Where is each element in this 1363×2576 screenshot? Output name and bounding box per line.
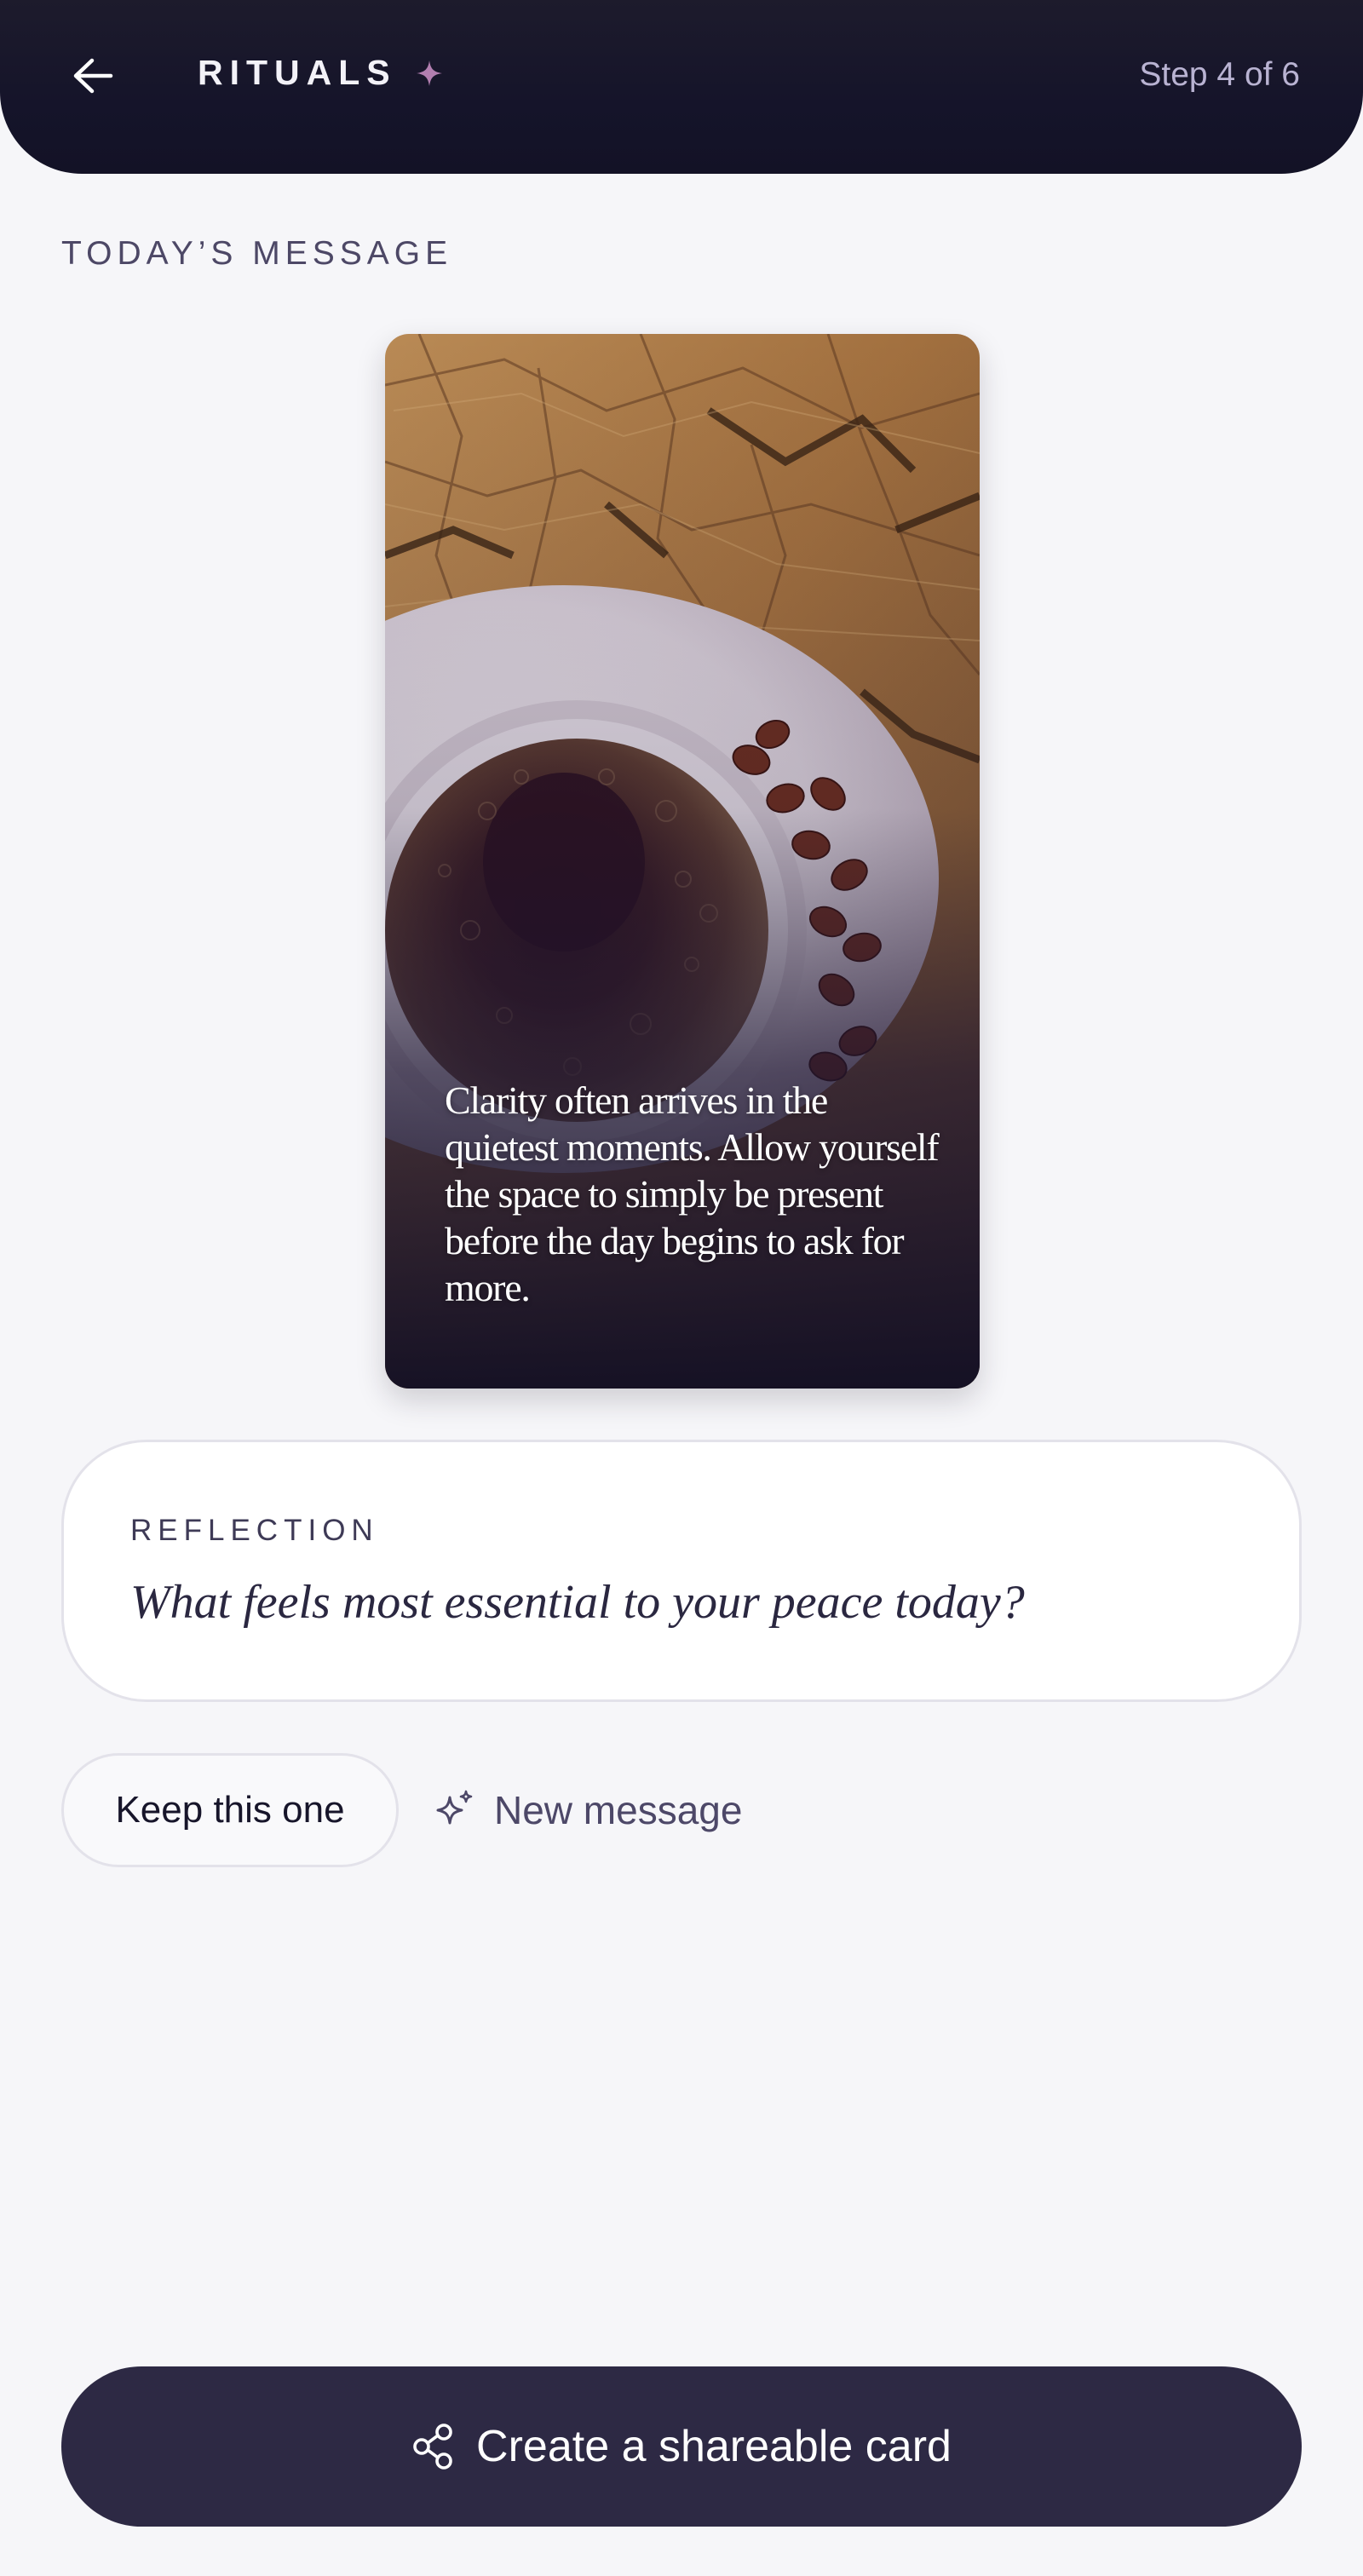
sparkle-icon	[416, 60, 443, 87]
arrow-left-icon	[73, 58, 113, 94]
new-message-button[interactable]: New message	[433, 1753, 742, 1867]
section-label: TODAY’S MESSAGE	[61, 235, 453, 272]
keep-this-one-button[interactable]: Keep this one	[61, 1753, 399, 1867]
back-button[interactable]	[65, 48, 121, 104]
top-app-bar: RITUALS Step 4 of 6	[0, 0, 1363, 174]
share-button-label: Create a shareable card	[476, 2422, 952, 2471]
step-indicator: Step 4 of 6	[1139, 56, 1300, 93]
app-brand: RITUALS	[198, 53, 443, 93]
message-text: Clarity often arrives in the quietest mo…	[445, 1078, 940, 1309]
app-title: RITUALS	[198, 53, 397, 92]
new-message-label: New message	[494, 1788, 743, 1832]
reflection-card: REFLECTION What feels most essential to …	[61, 1440, 1302, 1702]
keep-button-label: Keep this one	[115, 1789, 345, 1831]
sparkles-icon	[436, 1790, 473, 1825]
message-card[interactable]: Clarity often arrives in the quietest mo…	[385, 334, 980, 1389]
create-shareable-card-button[interactable]: Create a shareable card	[61, 2366, 1302, 2527]
share-icon	[413, 2424, 452, 2470]
reflection-question: What feels most essential to your peace …	[130, 1576, 1025, 1629]
reflection-label: REFLECTION	[130, 1514, 379, 1547]
